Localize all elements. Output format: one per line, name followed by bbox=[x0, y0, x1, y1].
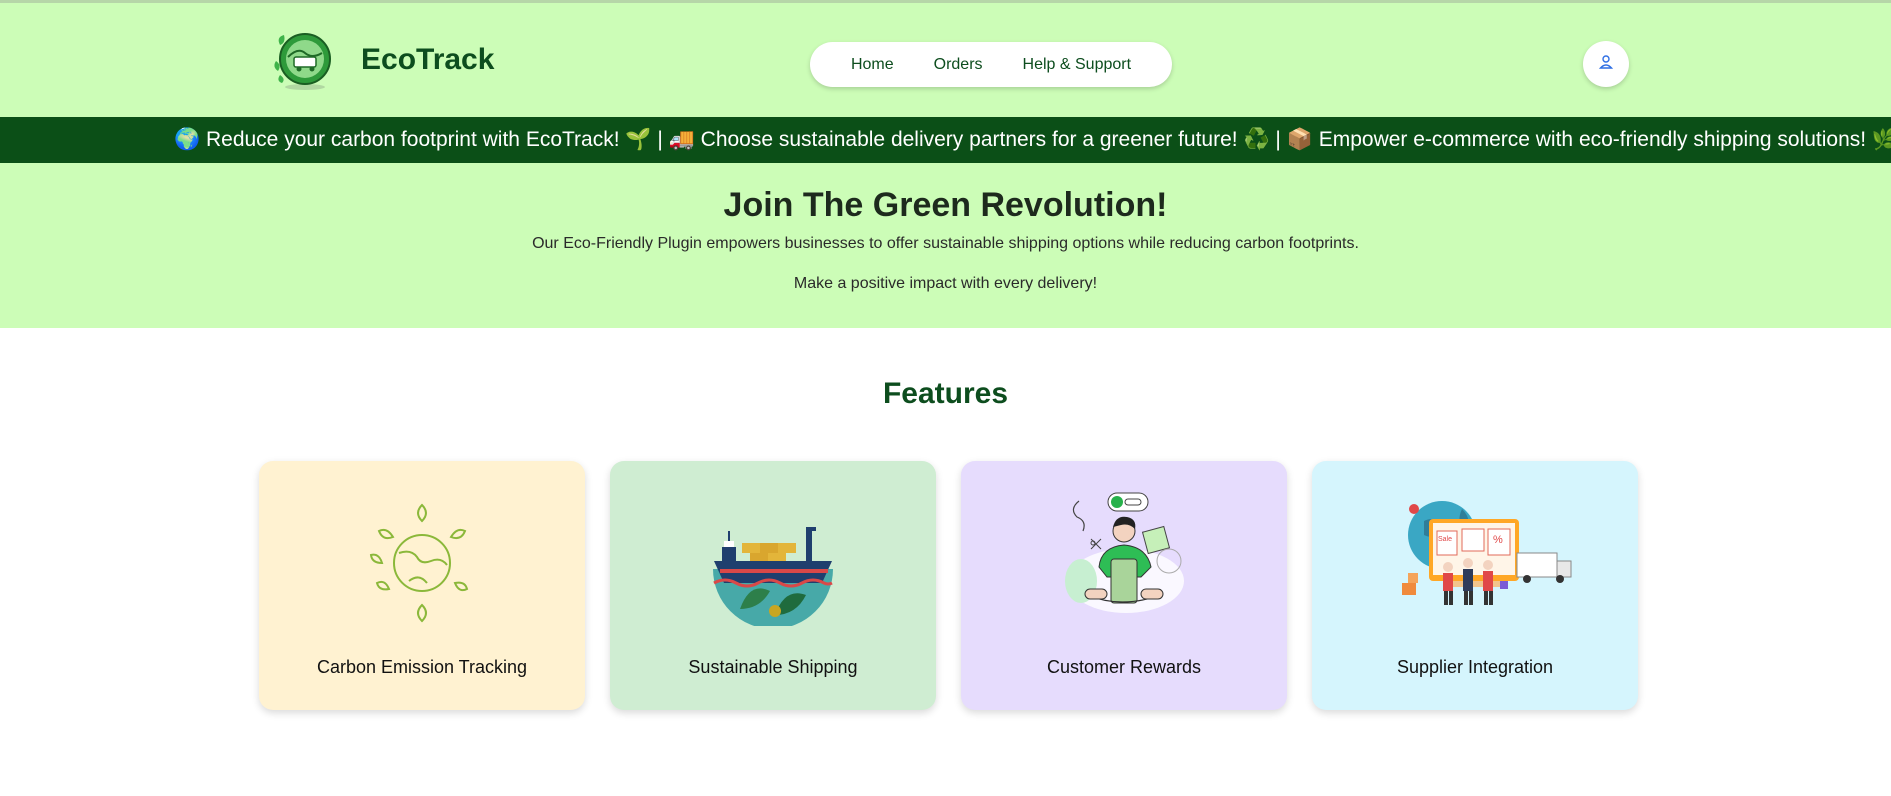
nav-orders-link[interactable]: Orders bbox=[914, 56, 1003, 74]
brand-name[interactable]: EcoTrack bbox=[361, 43, 494, 77]
ecotrack-logo-icon[interactable] bbox=[272, 27, 338, 93]
nav-help-support-link[interactable]: Help & Support bbox=[1003, 56, 1152, 74]
hero-description: Our Eco-Friendly Plugin empowers busines… bbox=[532, 235, 1359, 252]
ticker-text: 🌍 Reduce your carbon footprint with EcoT… bbox=[174, 128, 1891, 151]
user-icon bbox=[1598, 54, 1614, 75]
feature-card-label: Sustainable Shipping bbox=[688, 657, 858, 677]
nav-home-link[interactable]: Home bbox=[831, 56, 914, 74]
globe-leaves-icon bbox=[259, 491, 585, 626]
feature-card-label: Customer Rewards bbox=[1046, 657, 1202, 677]
announcement-ticker: 🌍 Reduce your carbon footprint with EcoT… bbox=[0, 117, 1891, 163]
hero-tagline: Make a positive impact with every delive… bbox=[793, 275, 1098, 292]
svg-text:Sale: Sale bbox=[1438, 536, 1452, 543]
svg-text:%: % bbox=[1493, 534, 1503, 546]
feature-card-label: Supplier Integration bbox=[1396, 657, 1554, 677]
feature-card-customer-rewards[interactable]: Customer Rewards bbox=[961, 461, 1287, 710]
cargo-ship-icon bbox=[610, 491, 936, 629]
feature-card-supplier-integration[interactable]: Sale % Supplier Integration bbox=[1312, 461, 1638, 710]
feature-card-label: Carbon Emission Tracking bbox=[316, 657, 528, 677]
main-nav: Home Orders Help & Support bbox=[810, 42, 1172, 87]
user-account-button[interactable] bbox=[1583, 41, 1629, 87]
hero-title: Join The Green Revolution! bbox=[723, 186, 1168, 224]
supplier-network-icon: Sale % bbox=[1312, 491, 1638, 626]
feature-card-sustainable-shipping[interactable]: Sustainable Shipping bbox=[610, 461, 936, 710]
features-title: Features bbox=[882, 377, 1009, 410]
site-header: EcoTrack Home Orders Help & Support bbox=[0, 0, 1891, 117]
hero-section: Join The Green Revolution! Our Eco-Frien… bbox=[0, 163, 1891, 328]
feature-card-carbon-emission-tracking[interactable]: Carbon Emission Tracking bbox=[259, 461, 585, 710]
rewards-person-icon bbox=[961, 491, 1287, 626]
